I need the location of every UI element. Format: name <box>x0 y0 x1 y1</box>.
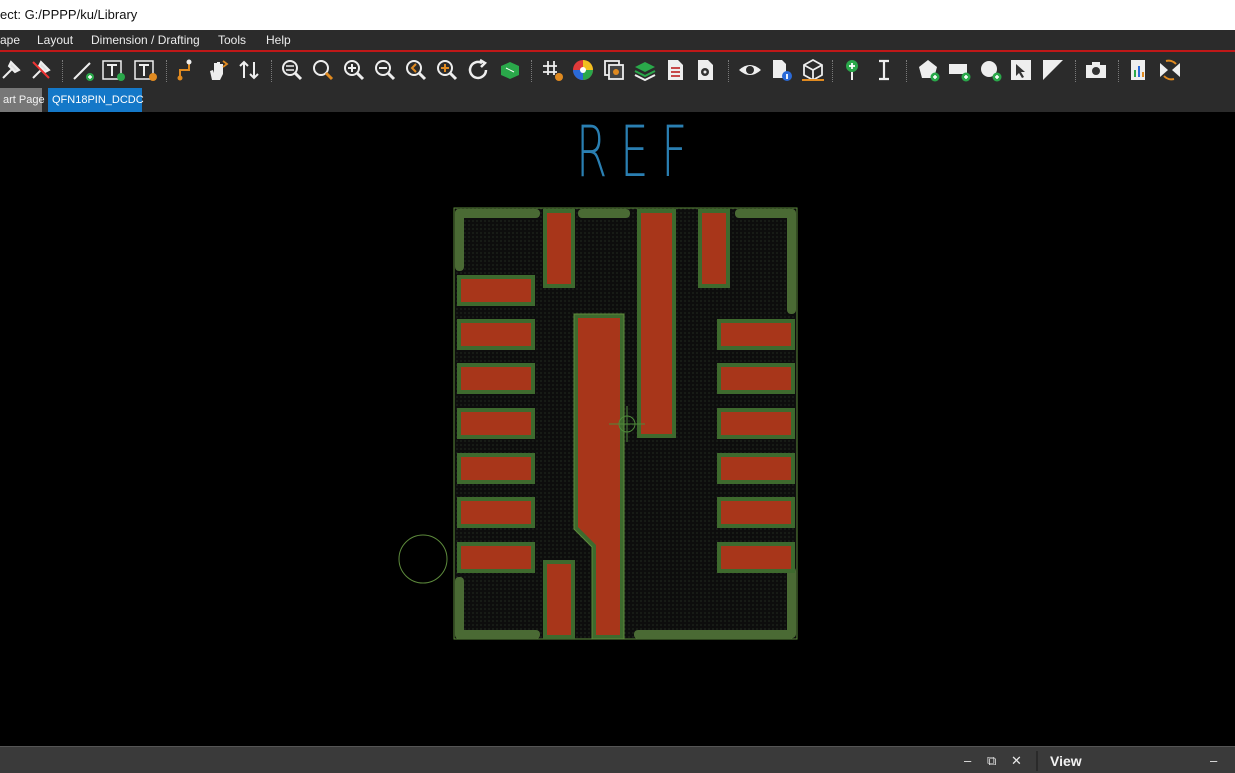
color-wheel-icon[interactable] <box>570 58 596 82</box>
board-icon[interactable] <box>497 58 523 82</box>
zoom-fit-icon[interactable] <box>434 58 460 82</box>
add-circle-icon[interactable] <box>977 58 1003 82</box>
edit-text-icon[interactable] <box>132 58 158 82</box>
3d-box-icon[interactable] <box>800 58 826 82</box>
zoom-out-icon[interactable] <box>372 58 398 82</box>
layer-view-icon[interactable] <box>601 58 627 82</box>
panel-minimize-icon[interactable]: – <box>1210 753 1217 769</box>
add-polygon-icon[interactable] <box>915 58 941 82</box>
text-cursor-icon[interactable] <box>871 58 897 82</box>
toolbar-separator <box>62 60 63 82</box>
panel-divider <box>1036 751 1038 771</box>
zoom-in-icon[interactable] <box>341 58 367 82</box>
menu-bar: ape Layout Dimension / Drafting Tools He… <box>0 30 1235 52</box>
unpin-icon[interactable] <box>28 58 54 82</box>
window-title-bar: ect: G:/PPPP/ku/Library <box>0 0 1235 30</box>
zoom-window-icon[interactable] <box>279 58 305 82</box>
zoom-previous-icon[interactable] <box>403 58 429 82</box>
hand-move-icon[interactable] <box>204 58 230 82</box>
window-title: ect: G:/PPPP/ku/Library <box>0 7 138 22</box>
refresh-icon[interactable] <box>465 58 491 82</box>
view-panel-title: View <box>1050 753 1082 769</box>
minimize-icon[interactable]: – <box>964 753 971 769</box>
layers-icon[interactable] <box>632 58 658 82</box>
grid-settings-icon[interactable] <box>539 58 565 82</box>
contrast-icon[interactable] <box>1040 58 1066 82</box>
add-text-icon[interactable] <box>100 58 126 82</box>
info-doc-icon[interactable] <box>768 58 794 82</box>
toolbar-separator <box>728 60 729 82</box>
layout-canvas[interactable]: REF <box>0 112 1235 746</box>
report-icon[interactable] <box>662 58 688 82</box>
menu-dimension-drafting[interactable]: Dimension / Drafting <box>91 30 200 50</box>
toolbar-separator <box>1118 60 1119 82</box>
menu-shape[interactable]: ape <box>0 30 20 50</box>
toolbar-separator <box>906 60 907 82</box>
zoom-search-icon[interactable] <box>310 58 336 82</box>
menu-tools[interactable]: Tools <box>218 30 246 50</box>
pin-icon[interactable] <box>0 58 24 82</box>
document-tab-bar: art Page QFN18PIN_DCDC <box>0 88 1235 112</box>
camera-icon[interactable] <box>1083 58 1109 82</box>
ref-designator-text[interactable]: REF <box>576 112 700 193</box>
footprint-drawing: REF <box>398 112 798 640</box>
pin1-marker[interactable] <box>398 534 448 584</box>
swap-icon[interactable] <box>236 58 262 82</box>
tab-start-page[interactable]: art Page <box>0 88 45 112</box>
restore-icon[interactable]: ⧉ <box>987 753 996 769</box>
toolbar-separator <box>166 60 167 82</box>
toolbar-separator <box>1075 60 1076 82</box>
tab-qfn18pin-dcdc[interactable]: QFN18PIN_DCDC <box>48 88 144 112</box>
settings-doc-icon[interactable] <box>692 58 718 82</box>
chart-report-icon[interactable] <box>1126 58 1152 82</box>
select-icon[interactable] <box>1008 58 1034 82</box>
add-pin-icon[interactable] <box>839 58 865 82</box>
menu-layout[interactable]: Layout <box>37 30 73 50</box>
eye-icon[interactable] <box>737 58 763 82</box>
menu-help[interactable]: Help <box>266 30 291 50</box>
toolbar-separator <box>531 60 532 82</box>
draw-line-icon[interactable] <box>70 58 96 82</box>
bottom-panel: – ⧉ ✕ View – <box>0 746 1235 773</box>
add-rectangle-icon[interactable] <box>946 58 972 82</box>
toolbar-separator <box>271 60 272 82</box>
toolbar-separator <box>832 60 833 82</box>
close-icon[interactable]: ✕ <box>1011 753 1022 769</box>
switch-icon[interactable] <box>1157 58 1183 82</box>
route-icon[interactable] <box>174 58 200 82</box>
toolbar <box>0 52 1235 88</box>
